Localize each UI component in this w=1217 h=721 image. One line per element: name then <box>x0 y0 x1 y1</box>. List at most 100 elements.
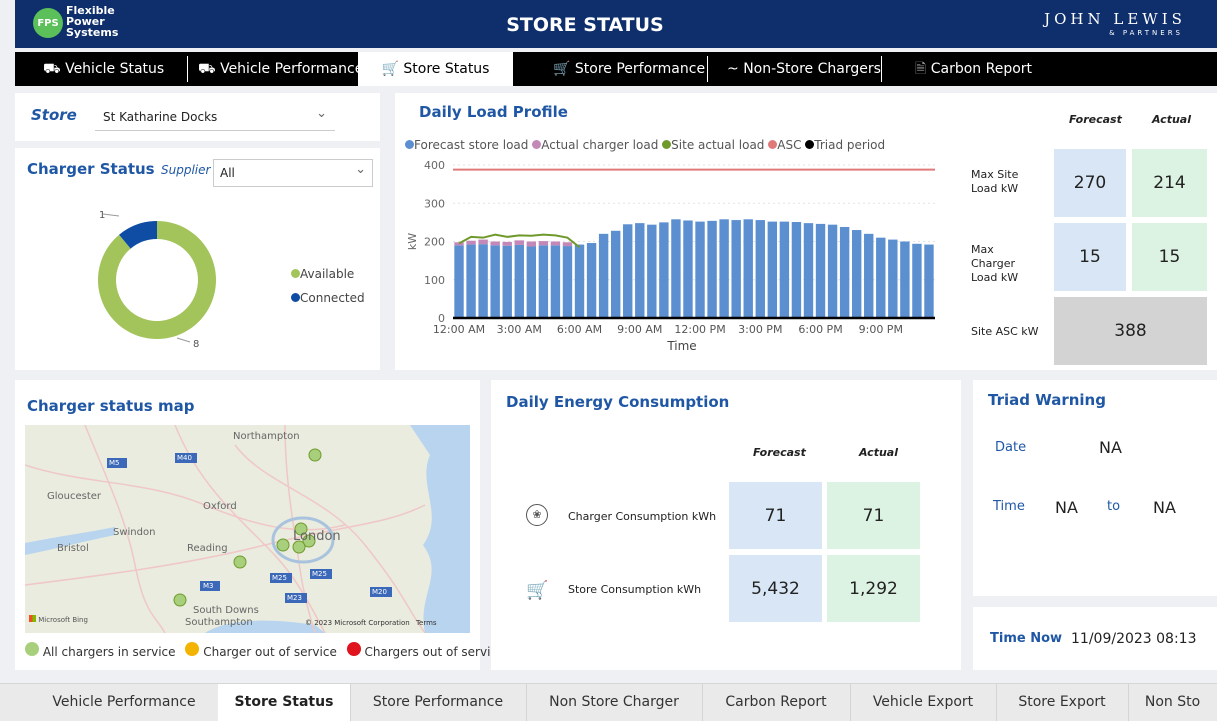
forecast-bar <box>478 244 488 318</box>
store-card: Store St Katharine Docks ⌄ <box>15 93 380 141</box>
place-label: South Downs <box>193 605 259 616</box>
legend-dot <box>291 269 300 278</box>
forecast-bar <box>454 245 464 318</box>
forecast-bar <box>731 220 741 318</box>
nav-label: Store Status <box>403 61 490 77</box>
charger-bar <box>526 241 537 247</box>
supplier-dropdown[interactable]: All ⌄ <box>213 159 373 187</box>
charger-bar <box>514 240 524 245</box>
legend-dot <box>25 642 39 656</box>
chevron-down-icon: ⌄ <box>316 106 327 121</box>
page-tab-vehicle-export[interactable]: Vehicle Export <box>850 684 997 721</box>
charger-bar <box>478 239 488 245</box>
page-tab-non-store-charger[interactable]: Non Store Charger <box>526 684 703 721</box>
forecast-bar <box>719 219 729 318</box>
cart-icon: 🛒 <box>526 580 549 601</box>
x-tick-label: 12:00 AM <box>433 323 485 336</box>
time-now-value: 11/09/2023 08:13 <box>1071 631 1197 647</box>
map-canvas <box>25 425 470 633</box>
nav-carbon-report[interactable]: 🗎 Carbon Report <box>915 52 1032 86</box>
triad-time-from: NA <box>1055 498 1078 517</box>
legend-label: Site actual load <box>671 138 765 152</box>
forecast-bar <box>815 223 826 318</box>
nav-label: Store Performance <box>574 61 706 77</box>
page-tab-vehicle-performance[interactable]: Vehicle Performance <box>30 684 219 721</box>
legend-dot <box>662 140 672 149</box>
charger-status-card: Charger Status Supplier All ⌄ 1 8 Availa… <box>15 148 380 370</box>
triad-date-label: Date <box>995 440 1027 455</box>
road-label: M25 <box>272 574 287 582</box>
forecast-bar <box>912 243 922 318</box>
legend-dot <box>768 140 778 149</box>
x-axis-label: Time <box>666 339 696 353</box>
place-label: Reading <box>187 543 228 554</box>
road-label: M5 <box>109 459 120 467</box>
max-charger-actual: 15 <box>1132 223 1207 291</box>
page-tab-store-status[interactable]: Store Status <box>218 684 351 721</box>
forecast-bar <box>767 221 778 318</box>
road-label: M23 <box>287 594 302 602</box>
forecast-bar <box>827 224 838 318</box>
place-label: London <box>293 529 341 544</box>
callout-line <box>102 213 120 217</box>
cart-icon: 🛒 <box>381 61 399 77</box>
charger-forecast-value: 71 <box>729 482 822 549</box>
x-tick-label: 6:00 AM <box>557 323 602 336</box>
forecast-bar <box>755 220 765 318</box>
forecast-bar <box>876 237 886 318</box>
store-label: Store <box>31 106 77 124</box>
site-asc-value: 388 <box>1054 297 1207 365</box>
map-credit-text: © 2023 Microsoft Corporation <box>305 619 410 627</box>
y-axis-label: kW <box>406 233 419 250</box>
x-tick-label: 6:00 PM <box>798 323 842 336</box>
legend-label: Triad period <box>814 138 886 152</box>
bing-text: Microsoft Bing <box>38 616 88 624</box>
microsoft-logo-icon <box>29 615 36 622</box>
max-site-actual: 214 <box>1132 149 1207 217</box>
store-selected: St Katharine Docks <box>103 110 218 124</box>
legend-label: All chargers in service <box>42 645 176 659</box>
forecast-bar <box>791 221 802 318</box>
bing-logo: Microsoft Bing <box>29 615 88 624</box>
forecast-bar <box>683 220 693 318</box>
truck-icon: ⛟ <box>43 61 61 77</box>
page-tab-store-export[interactable]: Store Export <box>996 684 1129 721</box>
charger-status-map[interactable]: M5 M40 M3 M25 M25 M23 M20 Northampton Gl… <box>25 425 470 633</box>
y-tick-label: 200 <box>424 236 445 249</box>
map-title: Charger status map <box>27 397 195 415</box>
road-label: M40 <box>177 454 192 462</box>
x-tick-label: 9:00 PM <box>859 323 903 336</box>
forecast-bar <box>538 245 549 318</box>
map-legend: All chargers in service Charger out of s… <box>25 642 504 659</box>
triad-card: Triad Warning Date NA Time NA to NA <box>973 380 1217 596</box>
load-profile-card: Daily Load Profile Forecast store load A… <box>395 93 955 370</box>
store-dropdown[interactable]: St Katharine Docks ⌄ <box>95 104 335 131</box>
map-card: Charger status map M5 M40 M3 M25 M25 M23… <box>15 380 504 670</box>
max-charger-label: Max Charger Load kW <box>971 243 1019 284</box>
energy-card: Daily Energy Consumption Forecast Actual… <box>491 380 961 670</box>
callout-available: 8 <box>193 339 200 350</box>
triad-title: Triad Warning <box>988 391 1106 409</box>
place-label: Northampton <box>233 431 300 442</box>
document-icon: 🗎 <box>915 61 927 77</box>
nav-non-store-chargers[interactable]: ~ Non-Store Chargers <box>727 52 881 86</box>
forecast-bar <box>864 233 874 318</box>
forecast-bar <box>924 244 934 318</box>
page-tab-store-performance[interactable]: Store Performance <box>350 684 527 721</box>
nav-store-performance[interactable]: 🛒 Store Performance <box>553 52 705 86</box>
chevron-down-icon: ⌄ <box>355 162 366 177</box>
y-tick-label: 400 <box>424 159 445 172</box>
supplier-label: Supplier <box>161 163 211 177</box>
max-site-forecast: 270 <box>1054 149 1126 217</box>
legend-available: Available <box>291 262 365 286</box>
nav-label: Non-Store Chargers <box>743 61 881 77</box>
page-tab-non-store[interactable]: Non Sto <box>1128 684 1217 721</box>
map-terms-link[interactable]: Terms <box>416 619 437 627</box>
page-tab-carbon-report[interactable]: Carbon Report <box>702 684 851 721</box>
nav-store-status[interactable]: 🛒 Store Status <box>358 52 513 86</box>
callout-connected: 1 <box>99 210 106 221</box>
legend-label: Forecast store load <box>414 138 529 152</box>
forecast-bar <box>623 224 633 318</box>
nav-vehicle-performance[interactable]: ⛟ Vehicle Performance <box>198 52 363 86</box>
nav-vehicle-status[interactable]: ⛟ Vehicle Status <box>43 52 164 86</box>
